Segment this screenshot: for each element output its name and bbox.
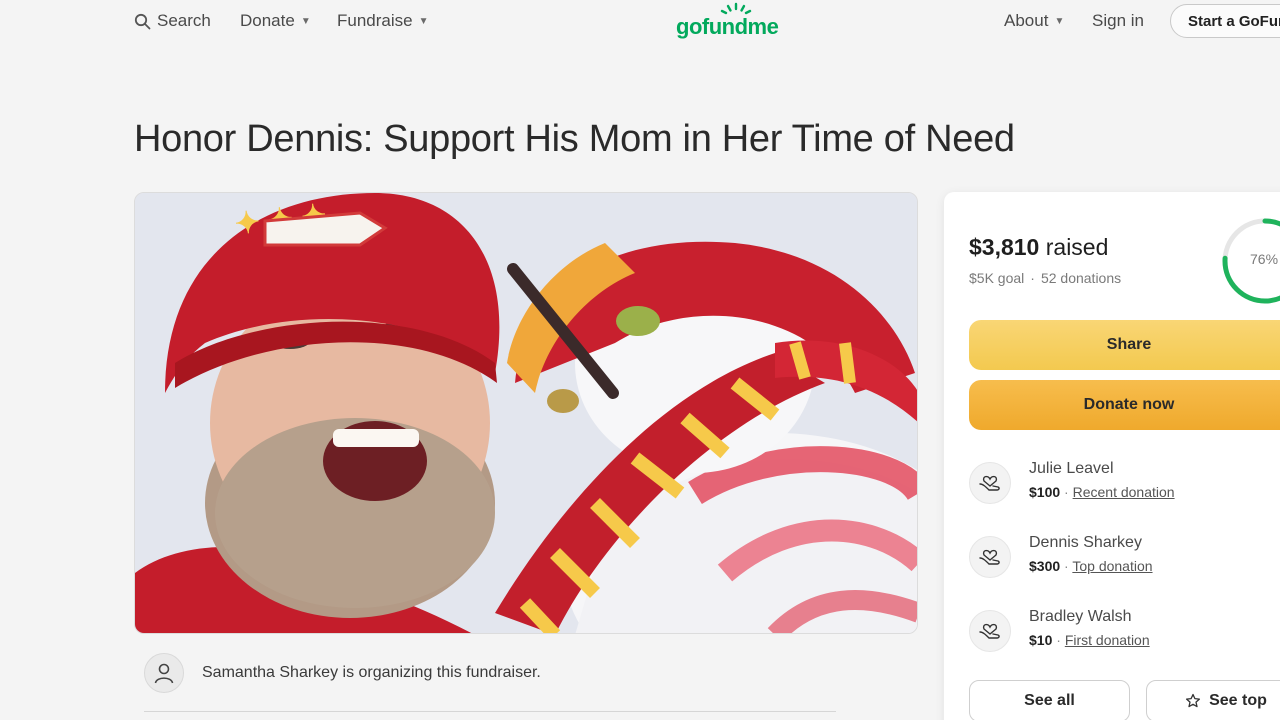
- stats-separator: ·: [1030, 270, 1035, 286]
- donor-amount: $300: [1029, 558, 1061, 574]
- donor-tag-link[interactable]: Recent donation: [1073, 484, 1175, 500]
- donor-detail: $100 · Recent donation: [1029, 484, 1175, 500]
- heart-hands-icon: [969, 610, 1011, 652]
- heart-hands-icon: [969, 536, 1011, 578]
- see-all-label: See all: [1024, 692, 1075, 709]
- page-title: Honor Dennis: Support His Mom in Her Tim…: [134, 118, 1015, 160]
- donor-item: Julie Leavel $100 · Recent donation: [969, 460, 1280, 510]
- start-gofundme-button[interactable]: Start a GoFundMe: [1170, 4, 1280, 38]
- donor-amount: $100: [1029, 484, 1061, 500]
- organizer-avatar: [144, 653, 184, 693]
- amount-raised: $3,810 raised: [969, 234, 1108, 261]
- donor-separator: ·: [1056, 632, 1061, 648]
- user-icon: [154, 663, 174, 684]
- heart-hands-glyph: [979, 549, 1000, 565]
- see-top-label: See top: [1209, 692, 1267, 709]
- raised-suffix: raised: [1039, 234, 1109, 260]
- donate-now-button[interactable]: Donate now: [969, 380, 1280, 430]
- heart-hands-glyph: [979, 475, 1000, 491]
- nav-fundraise[interactable]: Fundraise ▼: [337, 10, 429, 32]
- progress-percent: 76%: [1250, 251, 1279, 267]
- nav-search-label: Search: [157, 11, 211, 30]
- gofundme-logo[interactable]: gofundme: [676, 2, 794, 40]
- divider: [144, 711, 836, 712]
- star-icon: [1186, 693, 1201, 708]
- nav-search[interactable]: Search: [134, 10, 211, 32]
- heart-hands-icon: [969, 462, 1011, 504]
- nav-donate-label: Donate: [240, 11, 295, 30]
- goal-text: $5K goal: [969, 270, 1025, 286]
- see-all-button[interactable]: See all: [969, 680, 1130, 720]
- donor-detail: $10 · First donation: [1029, 632, 1150, 648]
- donor-name: Dennis Sharkey: [1029, 534, 1142, 551]
- donor-item: Dennis Sharkey $300 · Top donation: [969, 534, 1280, 584]
- nav-about-label: About: [1004, 11, 1049, 30]
- top-nav: Search Donate ▼ Fundraise ▼ gofundme Abo…: [0, 0, 1280, 42]
- campaign-photo: ✦ ✦ ✦: [134, 192, 918, 634]
- donor-item: Bradley Walsh $10 · First donation: [969, 608, 1280, 658]
- donation-count: 52 donations: [1040, 270, 1122, 286]
- nav-about[interactable]: About ▼: [1004, 10, 1064, 32]
- see-top-button[interactable]: See top: [1146, 680, 1280, 720]
- goal-stats: $5K goal · 52 donations: [969, 270, 1121, 286]
- nav-signin[interactable]: Sign in: [1092, 10, 1144, 32]
- nav-fundraise-label: Fundraise: [337, 11, 413, 30]
- heart-hands-glyph: [979, 623, 1000, 639]
- chevron-down-icon: ▼: [300, 15, 311, 27]
- donor-separator: ·: [1064, 558, 1069, 574]
- donor-amount: $10: [1029, 632, 1053, 648]
- donor-separator: ·: [1064, 484, 1069, 500]
- logo-text: gofundme: [676, 14, 779, 39]
- chevron-down-icon: ▼: [418, 15, 429, 27]
- donor-tag-link[interactable]: Top donation: [1072, 558, 1152, 574]
- chevron-down-icon: ▼: [1054, 15, 1065, 27]
- donor-name: Julie Leavel: [1029, 460, 1114, 477]
- campaign-photo-illustration: ✦ ✦ ✦: [135, 193, 917, 633]
- nav-donate[interactable]: Donate ▼: [240, 10, 311, 32]
- search-icon: [134, 13, 151, 29]
- organizer-text: Samantha Sharkey is organizing this fund…: [202, 664, 541, 681]
- donor-name: Bradley Walsh: [1029, 608, 1132, 625]
- share-button[interactable]: Share: [969, 320, 1280, 370]
- raised-amount: $3,810: [969, 234, 1040, 260]
- donor-tag-link[interactable]: First donation: [1065, 632, 1150, 648]
- nav-signin-label: Sign in: [1092, 11, 1144, 30]
- donor-detail: $300 · Top donation: [1029, 558, 1153, 574]
